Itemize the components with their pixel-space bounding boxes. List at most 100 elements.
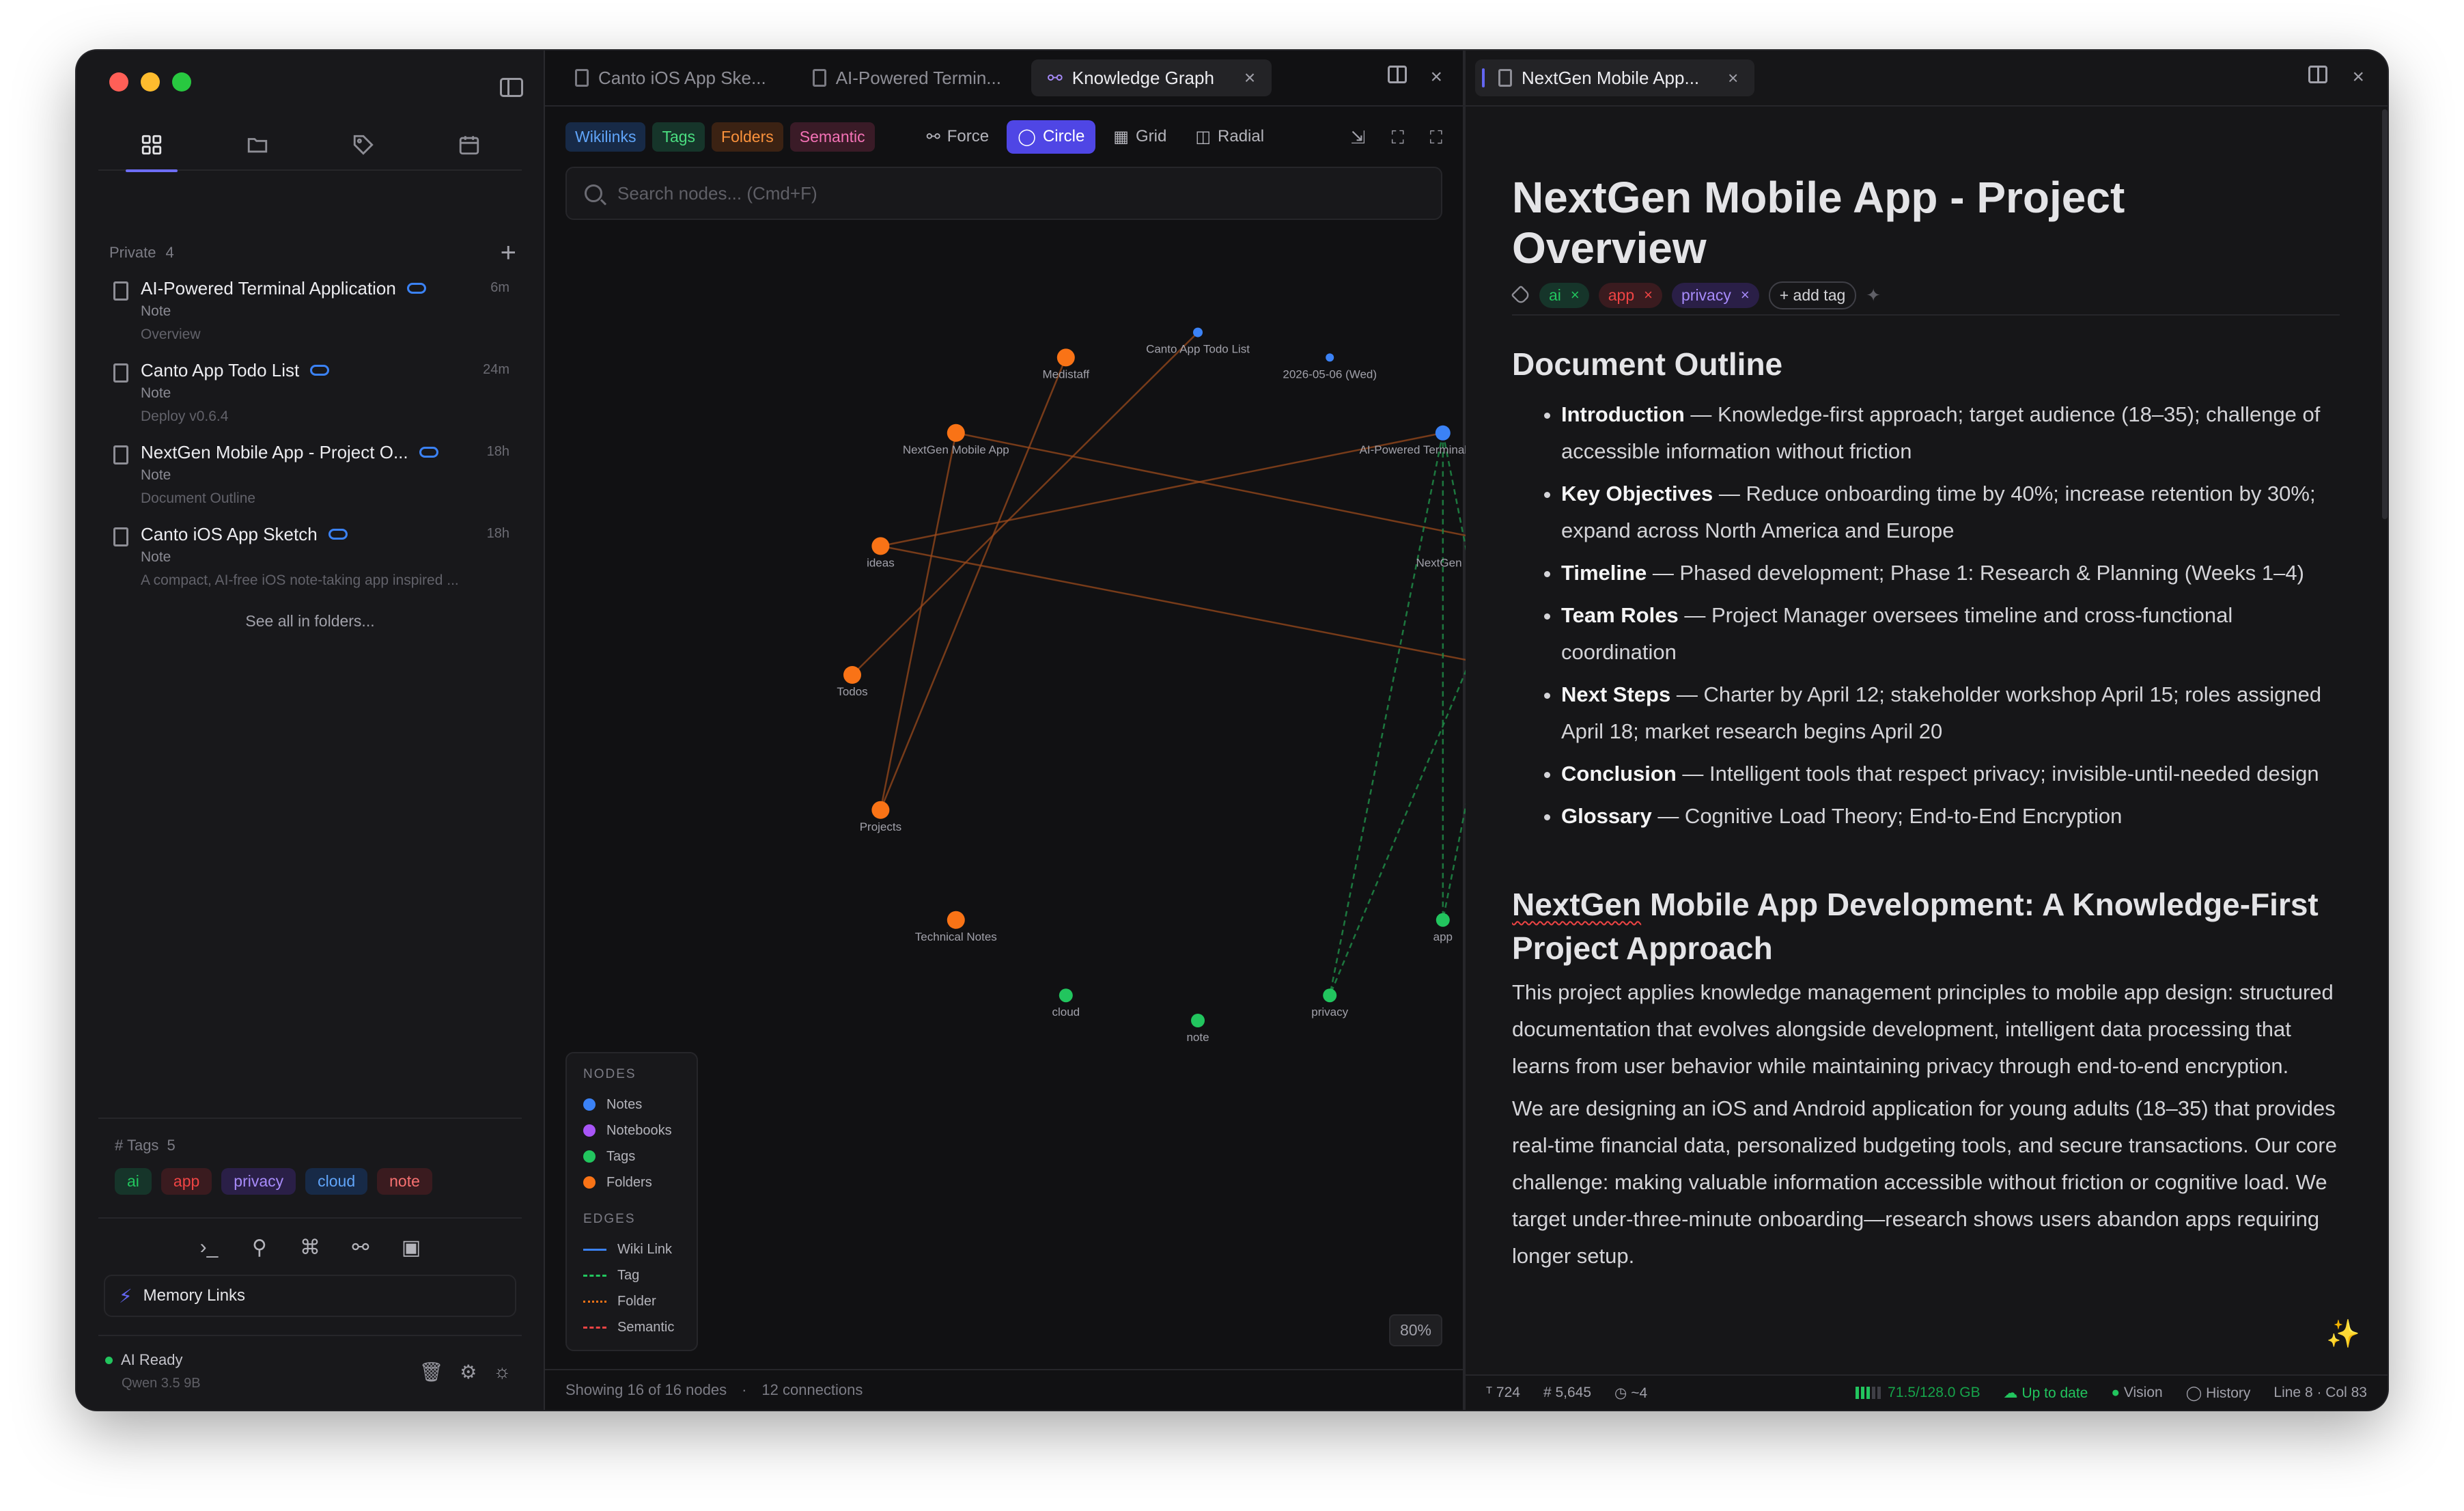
- remove-tag-icon[interactable]: ×: [1571, 286, 1580, 304]
- graph-node[interactable]: Projects: [860, 801, 901, 833]
- graph-node-dot[interactable]: [871, 537, 890, 555]
- command-icon[interactable]: ⌘: [296, 1236, 324, 1260]
- close-pane-icon[interactable]: ×: [2352, 66, 2364, 89]
- zoom-level[interactable]: 80%: [1388, 1314, 1442, 1346]
- sidebar-toggle-icon[interactable]: [500, 78, 523, 97]
- cloud-icon: [406, 283, 426, 294]
- close-tab-button[interactable]: ×: [1728, 68, 1738, 89]
- graph-node-dot[interactable]: [843, 666, 861, 684]
- remove-tag-icon[interactable]: ×: [1741, 286, 1750, 304]
- trash-icon[interactable]: 🗑: [419, 1361, 444, 1383]
- memory-links-button[interactable]: ⚡ Memory Links: [104, 1275, 516, 1317]
- graph-node[interactable]: Todos: [837, 666, 868, 698]
- graph-node-dot[interactable]: [1436, 913, 1450, 927]
- graph-node-dot[interactable]: [1191, 1014, 1205, 1027]
- tab-tags[interactable]: [337, 119, 389, 171]
- graph-node[interactable]: Canto App Todo List: [1146, 327, 1250, 356]
- fullscreen-icon[interactable]: ⛶: [1430, 127, 1442, 149]
- graph-node[interactable]: AI-Powered Terminal Application: [1360, 425, 1466, 456]
- minimize-window-button[interactable]: [141, 72, 160, 92]
- remove-tag-icon[interactable]: ×: [1644, 286, 1653, 304]
- graph-node[interactable]: Medistaff: [1042, 348, 1089, 380]
- list-item[interactable]: NextGen Mobile App - Project O... 18h No…: [109, 440, 516, 522]
- tab-nextgen-mobile-app[interactable]: NextGen Mobile App... ×: [1475, 59, 1755, 96]
- tag-chip-ai[interactable]: ai: [115, 1168, 152, 1195]
- list-item[interactable]: Canto App Todo List 24m Note Deploy v0.6…: [109, 358, 516, 440]
- archive-icon[interactable]: ▣: [397, 1236, 425, 1260]
- graph-node[interactable]: ideas: [867, 537, 895, 569]
- layout-grid-button[interactable]: ▦ Grid: [1102, 120, 1177, 154]
- layout-circle-button[interactable]: ◯ Circle: [1007, 120, 1096, 154]
- collapse-icon[interactable]: ⇲: [1351, 127, 1366, 149]
- ai-sparkle-button[interactable]: ✨: [2326, 1318, 2360, 1350]
- close-tab-button[interactable]: ×: [1244, 67, 1255, 89]
- tab-knowledge-graph[interactable]: ⚯ Knowledge Graph ×: [1031, 59, 1272, 96]
- split-view-icon[interactable]: [2308, 66, 2328, 83]
- tab-canto-ios-sketch[interactable]: Canto iOS App Ske...: [559, 59, 783, 96]
- document-title[interactable]: NextGen Mobile App - Project Overview: [1512, 172, 2263, 273]
- split-view-icon[interactable]: [1388, 66, 1408, 83]
- word-count-value: 724: [1496, 1385, 1520, 1400]
- tag-chip-privacy[interactable]: privacy: [221, 1168, 296, 1195]
- new-note-button[interactable]: +: [501, 239, 516, 266]
- filter-tags[interactable]: Tags: [652, 122, 705, 152]
- tag-chip-note[interactable]: note: [377, 1168, 432, 1195]
- graph-node-dot[interactable]: [1326, 353, 1334, 362]
- search-icon[interactable]: ⚲: [246, 1236, 273, 1260]
- tab-ai-terminal[interactable]: AI-Powered Termin...: [796, 59, 1018, 96]
- see-all-link[interactable]: See all in folders...: [76, 612, 544, 630]
- fit-view-icon[interactable]: ⛶: [1392, 127, 1404, 149]
- graph-node[interactable]: Technical Notes: [915, 911, 997, 943]
- filter-semantic[interactable]: Semantic: [789, 122, 875, 152]
- scrollbar[interactable]: [2382, 109, 2388, 519]
- zoom-window-button[interactable]: [172, 72, 191, 92]
- graph-share-icon[interactable]: ⚯: [347, 1236, 374, 1260]
- graph-node[interactable]: 2026-05-06 (Wed): [1283, 353, 1377, 380]
- graph-node[interactable]: note: [1186, 1014, 1209, 1044]
- graph-node-dot[interactable]: [1193, 327, 1203, 337]
- graph-node-dot[interactable]: [947, 424, 965, 442]
- graph-node[interactable]: privacy: [1311, 988, 1349, 1018]
- paragraph[interactable]: We are designing an iOS and Android appl…: [1512, 1090, 2340, 1275]
- graph-node-dot[interactable]: [1056, 348, 1075, 367]
- history-button[interactable]: ◯ History: [2186, 1385, 2251, 1402]
- footer-separator: ·: [742, 1381, 747, 1398]
- filter-wikilinks[interactable]: Wikilinks: [565, 122, 646, 152]
- doc-tag-ai[interactable]: ai ×: [1539, 282, 1589, 308]
- layout-force-button[interactable]: ⚯ Force: [916, 120, 1000, 154]
- note-list: AI-Powered Terminal Application 6m Note …: [109, 276, 516, 604]
- tag-chip-cloud[interactable]: cloud: [305, 1168, 368, 1195]
- close-pane-icon[interactable]: ×: [1430, 66, 1442, 89]
- doc-tag-privacy[interactable]: privacy ×: [1672, 282, 1759, 308]
- tab-calendar[interactable]: [443, 119, 495, 171]
- terminal-icon[interactable]: ›_: [195, 1236, 223, 1259]
- gear-icon[interactable]: ⚙: [460, 1361, 477, 1383]
- paragraph[interactable]: This project applies knowledge managemen…: [1512, 974, 2340, 1085]
- graph-node-dot[interactable]: [947, 911, 965, 929]
- spellcheck-word[interactable]: NextGen: [1512, 887, 1641, 922]
- editor-status-bar: ᵀ 724 # 5,645 ◷ ~4 71.5/128.0 GB ☁ Up to…: [1466, 1374, 2388, 1410]
- filter-folders[interactable]: Folders: [712, 122, 783, 152]
- graph-node-dot[interactable]: [871, 801, 890, 819]
- doc-tag-app[interactable]: app ×: [1598, 282, 1662, 308]
- ai-suggest-tags-icon[interactable]: ✦: [1866, 285, 1881, 306]
- tab-all-notes[interactable]: [125, 119, 178, 172]
- tab-folders[interactable]: [232, 119, 283, 171]
- search-input[interactable]: [617, 182, 1232, 204]
- layout-radial-button[interactable]: ◫ Radial: [1184, 120, 1275, 154]
- tag-chip-app[interactable]: app: [160, 1168, 212, 1195]
- sun-icon[interactable]: ☼: [493, 1361, 511, 1383]
- graph-node-dot[interactable]: [1323, 988, 1337, 1003]
- vision-status[interactable]: ● Vision: [2111, 1385, 2162, 1401]
- graph-node-dot[interactable]: [1435, 425, 1451, 441]
- graph-node[interactable]: app: [1433, 913, 1453, 943]
- graph-node[interactable]: cloud: [1052, 988, 1080, 1018]
- sync-status[interactable]: ☁ Up to date: [2004, 1385, 2088, 1402]
- close-window-button[interactable]: [109, 72, 128, 92]
- list-item[interactable]: AI-Powered Terminal Application 6m Note …: [109, 276, 516, 358]
- list-item[interactable]: Canto iOS App Sketch 18h Note A compact,…: [109, 522, 516, 604]
- outline-term: Conclusion: [1561, 762, 1677, 786]
- graph-node[interactable]: NextGen Mobile App - Project Overview: [1416, 538, 1466, 569]
- add-tag-button[interactable]: + add tag: [1768, 281, 1857, 309]
- graph-node-dot[interactable]: [1059, 988, 1073, 1003]
